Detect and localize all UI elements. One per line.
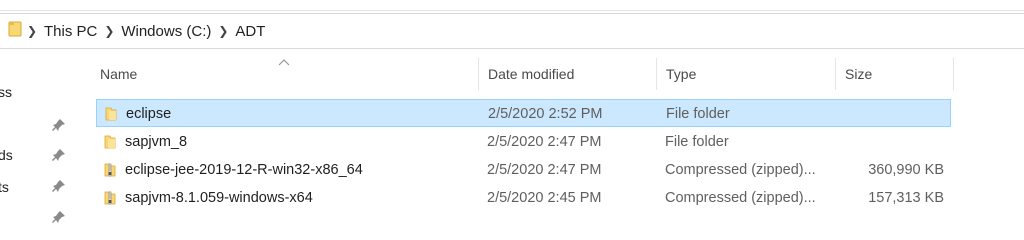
file-size: 157,313 KB bbox=[868, 190, 944, 206]
file-date: 2/5/2020 2:52 PM bbox=[488, 106, 603, 122]
file-row-eclipse[interactable]: eclipse 2/5/2020 2:52 PM File folder bbox=[96, 99, 951, 127]
column-header-size[interactable]: Size bbox=[845, 58, 953, 90]
nav-item-documents[interactable]: ts bbox=[0, 179, 9, 195]
pin-icon[interactable] bbox=[52, 118, 66, 132]
file-type: File folder bbox=[665, 134, 729, 150]
nav-item-quick-access[interactable]: ss bbox=[0, 84, 12, 100]
file-row-sapjvm-8[interactable]: sapjvm_8 2/5/2020 2:47 PM File folder bbox=[96, 128, 951, 156]
file-row-eclipse-zip[interactable]: eclipse-jee-2019-12-R-win32-x86_64 2/5/2… bbox=[96, 156, 951, 184]
file-size bbox=[844, 128, 944, 156]
file-type: Compressed (zipped)... bbox=[665, 162, 816, 178]
breadcrumb-adt[interactable]: ADT bbox=[233, 23, 267, 40]
file-date: 2/5/2020 2:47 PM bbox=[487, 134, 602, 150]
breadcrumb-windows-c[interactable]: Windows (C:) bbox=[119, 23, 213, 40]
file-type: File folder bbox=[666, 106, 730, 122]
file-size bbox=[845, 100, 945, 128]
navigation-pane: ss ds ts bbox=[0, 50, 75, 228]
column-header-name[interactable]: Name bbox=[100, 58, 478, 90]
column-header-name-label: Name bbox=[100, 66, 138, 82]
breadcrumb-this-pc[interactable]: This PC bbox=[42, 23, 99, 40]
file-name: eclipse-jee-2019-12-R-win32-x86_64 bbox=[125, 162, 363, 178]
chevron-right-icon[interactable]: ❯ bbox=[99, 24, 119, 38]
pin-icon[interactable] bbox=[52, 210, 66, 224]
column-divider[interactable] bbox=[478, 58, 479, 90]
column-header-type[interactable]: Type bbox=[666, 58, 834, 90]
chevron-right-icon[interactable]: ❯ bbox=[213, 24, 233, 38]
column-divider[interactable] bbox=[656, 58, 657, 90]
column-header-date-label: Date modified bbox=[488, 66, 575, 82]
chevron-right-icon[interactable]: ❯ bbox=[22, 24, 42, 38]
file-name: sapjvm_8 bbox=[125, 134, 188, 150]
nav-item-downloads[interactable]: ds bbox=[0, 147, 13, 163]
file-type: Compressed (zipped)... bbox=[665, 190, 816, 206]
address-bar[interactable]: ❯ This PC ❯ Windows (C:) ❯ ADT bbox=[0, 13, 1024, 49]
column-header-type-label: Type bbox=[666, 66, 697, 82]
file-name: sapjvm-8.1.059-windows-x64 bbox=[125, 190, 313, 206]
file-date: 2/5/2020 2:47 PM bbox=[487, 162, 602, 178]
zip-folder-icon bbox=[102, 162, 118, 178]
file-explorer-window: ❯ This PC ❯ Windows (C:) ❯ ADT ss ds ts … bbox=[0, 0, 1024, 228]
folder-icon bbox=[103, 106, 119, 122]
pin-icon[interactable] bbox=[52, 148, 66, 162]
column-header-date-modified[interactable]: Date modified bbox=[488, 58, 656, 90]
column-divider[interactable] bbox=[953, 58, 954, 90]
folder-icon bbox=[8, 20, 22, 43]
folder-icon bbox=[102, 134, 118, 150]
file-row-sapjvm-zip[interactable]: sapjvm-8.1.059-windows-x64 2/5/2020 2:45… bbox=[96, 184, 951, 212]
zip-folder-icon bbox=[102, 190, 118, 206]
column-header-size-label: Size bbox=[845, 66, 873, 82]
column-divider[interactable] bbox=[835, 58, 836, 90]
pin-icon[interactable] bbox=[52, 179, 66, 193]
file-size: 360,990 KB bbox=[868, 162, 944, 178]
file-name: eclipse bbox=[126, 106, 172, 122]
file-date: 2/5/2020 2:45 PM bbox=[487, 190, 602, 206]
divider bbox=[0, 10, 1024, 11]
